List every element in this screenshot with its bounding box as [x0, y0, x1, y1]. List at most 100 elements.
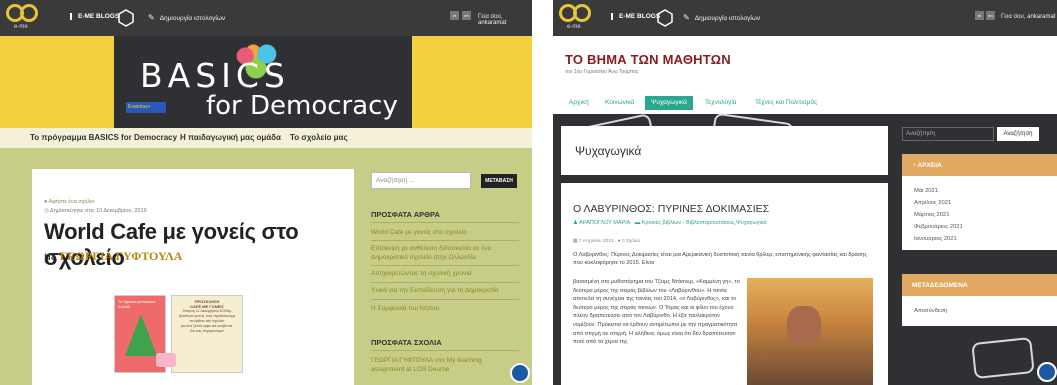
- article-intro: Ο Λαβύρινθος: Πύρινες Δοκιμασίες είναι μ…: [573, 252, 868, 266]
- erasmus-logo: Erasmus+: [126, 102, 166, 113]
- create-blog-link[interactable]: ✎ Δημιουργία ιστολογίων: [148, 13, 225, 22]
- pencil-icon: ✎: [148, 13, 155, 22]
- recent-comment-link[interactable]: ΓΕΩΡΓΙΑ ΓΥΦΤΟΥΛΑ στο My teaching assignm…: [371, 356, 505, 374]
- user-greeting[interactable]: Γεια σου, ankaramat: [1001, 14, 1055, 20]
- lang-en-button[interactable]: en: [462, 11, 471, 20]
- divider: [371, 299, 519, 300]
- site-banner: BASICS for Democracy Erasmus+: [0, 36, 532, 128]
- nav-item-technology[interactable]: Τεχνολογία: [699, 96, 743, 110]
- recent-post-link[interactable]: Επίσκεψη με ανθέλεση διδασκαλία σε ένα Δ…: [371, 244, 519, 262]
- folder-icon: ▬: [634, 220, 641, 226]
- recent-post-link[interactable]: Υλικά για την Εκπαίδευση για τη Δημοκρατ…: [371, 286, 519, 295]
- article-author[interactable]: ΑΡΑΠΟΓΛΟΥ ΜΑΡΙΑ: [579, 220, 630, 226]
- poster-figure: [787, 306, 821, 346]
- article-comments[interactable]: 0 Σχόλια: [622, 239, 640, 244]
- category-title: Ψυχαγωγικά: [575, 144, 642, 158]
- right-topbar: e-me E-ME BLOGS ✎ Δημιουργία ιστολογίων e…: [553, 0, 1057, 36]
- divider: [371, 265, 519, 266]
- archive-heading: ◔ ΑΡΧΕΙΑ: [902, 154, 1057, 176]
- pencil-icon: ✎: [683, 13, 690, 22]
- category-title-box: Ψυχαγωγικά: [561, 126, 888, 175]
- meta-heading: ΜΕΤΑΔΕΔΟΜΕΝΑ: [902, 274, 1057, 296]
- nav-item-home[interactable]: Αρχική: [563, 96, 595, 110]
- article-categories[interactable]: Κριτικές βιβλίων - Βιβλιοπαρουσιάσεις,Ψυ…: [642, 220, 767, 226]
- lang-el-button[interactable]: el: [975, 11, 984, 20]
- divider: [371, 350, 519, 351]
- recent-post-link[interactable]: Αποχαιρετώντας τη σχολική χρονιά: [371, 269, 519, 278]
- chalk-doodle: [971, 336, 1035, 380]
- post-author: με ΓΕΩΡΓΙΑ ΓΥΦΤΟΥΛΑ: [44, 249, 182, 264]
- recent-post-link[interactable]: Η Συμφωνία του Κήπου: [371, 304, 519, 313]
- logo-text: e-me: [567, 24, 581, 30]
- nav-item-entertainment[interactable]: Ψυχαγωγικά: [645, 96, 693, 110]
- search-input[interactable]: Αναζήτηση ...: [371, 172, 471, 189]
- article-card: Ο ΛΑΒΥΡΙΝΘΟΣ: ΠΥΡΙΝΕΣ ΔΟΚΙΜΑΣΙΕΣ ♟ ΑΡΑΠΟ…: [561, 183, 888, 385]
- comment-icon: ●: [617, 239, 621, 244]
- search-input[interactable]: Αναζήτηση: [902, 127, 994, 141]
- search-button[interactable]: Αναζήτηση: [997, 127, 1039, 141]
- nav-item-team[interactable]: Η παιδαγωγική μας ομάδα: [180, 133, 281, 142]
- hexagon-icon[interactable]: [657, 9, 673, 27]
- create-blog-label: Δημιουργία ιστολογίων: [694, 15, 761, 22]
- site-title[interactable]: ΤΟ ΒΗΜΑ ΤΩΝ ΜΑΘΗΤΩΝ: [565, 52, 731, 67]
- banner-title-line1: BASICS: [140, 56, 290, 95]
- author-name[interactable]: ΓΕΩΡΓΙΑ ΓΥΦΤΟΥΛΑ: [60, 249, 183, 263]
- user-greeting[interactable]: Γεια σου, ankaramat: [478, 14, 532, 26]
- invitation-card-image: ΠΡΟΣΚΛΗΣΗ CAFÉ ΜΕ ΓΟΝΕΙΣ Τετάρτη 11 Δεκε…: [171, 295, 243, 373]
- archive-link[interactable]: Ιανουάριος 2021: [914, 236, 957, 242]
- create-blog-link[interactable]: ✎ Δημιουργία ιστολογίων: [683, 13, 760, 22]
- archive-widget: ◔ ΑΡΧΕΙΑ Μάι 2021 Απρίλιος 2021 Μάρτιος …: [902, 154, 1057, 250]
- e-me-blogs-link[interactable]: E-ME BLOGS: [70, 13, 119, 20]
- author-prefix: με: [44, 249, 57, 263]
- hexagon-icon[interactable]: [118, 9, 134, 27]
- archive-link[interactable]: Απρίλιος 2021: [914, 200, 951, 206]
- post-date-text: Δημοσιεύτηκε στις 10 Δεκεμβρίου, 2019: [50, 208, 147, 214]
- article-body: βασισμένη στο μυθιστόρημα του Τζέιμς Ντά…: [573, 279, 740, 346]
- left-topbar: e-me E-ME BLOGS ✎ Δημιουργία ιστολογίων e…: [0, 0, 532, 36]
- article-date-row: ▦ 7 Απριλίου 2021 ● 0 Σχόλια: [573, 239, 640, 244]
- logout-link[interactable]: Αποσύνδεση: [914, 308, 947, 314]
- site-header: ΤΟ ΒΗΜΑ ΤΩΝ ΜΑΘΗΤΩΝ του 1ου Γυμνασίου Άν…: [553, 36, 1057, 96]
- card-right-line: Θα σας περιμένουμε!: [190, 329, 224, 333]
- divider: [371, 222, 519, 223]
- banner-title-line2: for Democracy: [206, 91, 398, 121]
- chalkboard-header-image: BASICS for Democracy Erasmus+: [114, 36, 412, 128]
- nav-item-school[interactable]: Το σχολείο μας: [290, 133, 348, 142]
- recent-posts-heading: ΠΡΟΣΦΑΤΑ ΑΡΘΡΑ: [371, 210, 440, 219]
- nav-item-arts-culture[interactable]: Τέχνες και Πολιτισμός: [749, 96, 823, 110]
- left-blog-screenshot: e-me E-ME BLOGS ✎ Δημιουργία ιστολογίων e…: [0, 0, 532, 385]
- archive-link[interactable]: Μάρτιος 2021: [914, 212, 950, 218]
- author-icon: ♟: [573, 220, 578, 226]
- lang-en-button[interactable]: en: [986, 11, 995, 20]
- article-meta: ♟ ΑΡΑΠΟΓΛΟΥ ΜΑΡΙΑ ▬ Κριτικές βιβλίων - Β…: [573, 220, 767, 226]
- e-me-logo[interactable]: e-me: [6, 4, 46, 32]
- card-left-text: Το Χριστουγεννιάτικο Καλάθι: [118, 299, 156, 309]
- meta-widget: ΜΕΤΑΔΕΔΟΜΕΝΑ Αποσύνδεση: [902, 274, 1057, 326]
- search-button[interactable]: ΜΕΤΑΒΑΣΗ: [481, 174, 517, 188]
- right-blog-screenshot: e-me E-ME BLOGS ✎ Δημιουργία ιστολογίων e…: [553, 0, 1057, 385]
- logo-ring-icon: [573, 4, 591, 22]
- article-date: 7 Απριλίου 2021: [578, 239, 614, 244]
- archive-link[interactable]: Φεβρουάριος 2021: [914, 224, 963, 230]
- archive-heading-label: ΑΡΧΕΙΑ: [917, 162, 942, 169]
- leave-comment-link[interactable]: ● Αφήστε ένα σχόλιο: [44, 199, 94, 205]
- divider: [371, 240, 519, 241]
- accessibility-eye-icon[interactable]: [510, 363, 530, 383]
- chalkboard-background: Ψυχαγωγικά Ο ΛΑΒΥΡΙΝΘΟΣ: ΠΥΡΙΝΕΣ ΔΟΚΙΜΑΣ…: [553, 112, 1057, 385]
- site-subtitle: του 1ου Γυμνασίου Άνω Τούμπας: [565, 69, 639, 75]
- e-me-blogs-link[interactable]: E-ME BLOGS: [611, 13, 660, 20]
- cake-icon: [156, 353, 176, 367]
- lang-el-button[interactable]: el: [450, 11, 459, 20]
- logo-text: e-me: [14, 24, 28, 30]
- divider: [371, 282, 519, 283]
- archive-link[interactable]: Μάι 2021: [914, 188, 938, 194]
- nav-item-program[interactable]: Το πρόγραμμα BASICS for Democracy: [30, 133, 177, 142]
- nav-item-social[interactable]: Κοινωνικά: [599, 96, 640, 110]
- accessibility-eye-icon[interactable]: [1037, 362, 1057, 382]
- movie-poster-image: [747, 278, 873, 385]
- recent-comments-heading: ΠΡΟΣΦΑΤΑ ΣΧΟΛΙΑ: [371, 338, 442, 347]
- article-title[interactable]: Ο ΛΑΒΥΡΙΝΘΟΣ: ΠΥΡΙΝΕΣ ΔΟΚΙΜΑΣΙΕΣ: [573, 203, 769, 215]
- recent-post-link[interactable]: World Cafe με γονείς στο σχολείο: [371, 228, 519, 237]
- e-me-logo[interactable]: e-me: [559, 4, 599, 32]
- right-main-nav: Αρχική Κοινωνικά Ψυχαγωγικά Τεχνολογία Τ…: [553, 96, 1057, 114]
